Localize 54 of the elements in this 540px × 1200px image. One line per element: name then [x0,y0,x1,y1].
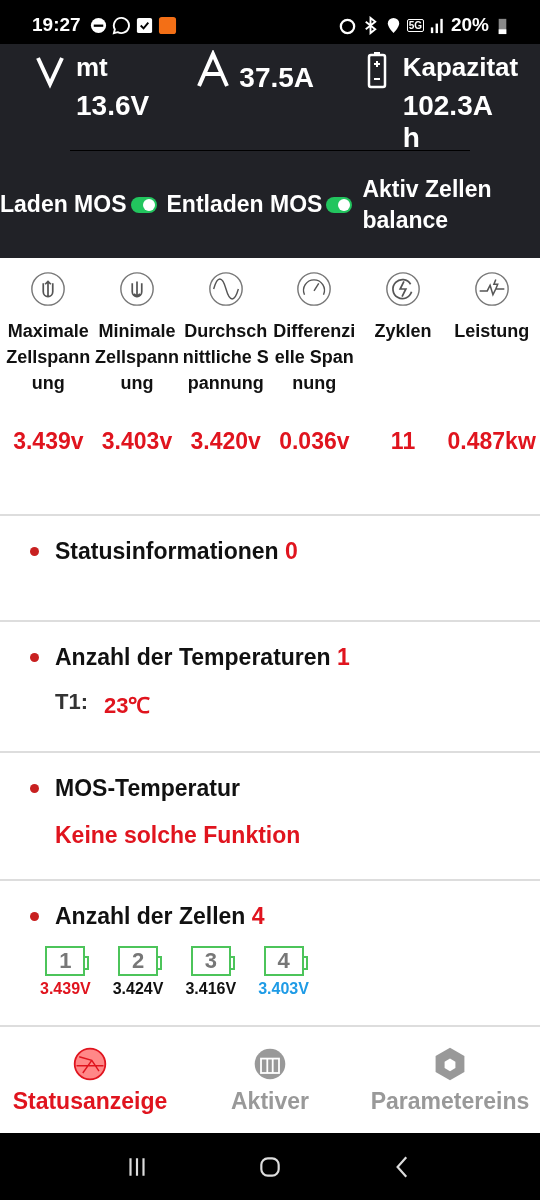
metric-value: 3.420v [190,428,261,455]
chat-icon [111,15,131,35]
pulse-icon [472,270,511,308]
dnd-icon [88,15,108,35]
sensor-value: 23℃ [104,692,151,719]
metric-value: 3.403v [101,428,173,455]
reading-value: 37.5A [239,62,315,94]
section-title: Anzahl der Temperaturen 1 [55,644,350,671]
network-badge: 5G [406,18,424,32]
cell-battery: 2 [118,946,159,976]
reading-label: Kapazitat [402,52,519,82]
metric-label: Differenzielle Spannung [272,320,357,395]
section-title: MOS-Temperatur [55,775,240,802]
battery-percent: 20% [450,14,489,36]
gauge-icon [295,270,334,308]
metric-label: Minimale Zellspannung [94,320,180,395]
section-title: Anzahl der Zellen 4 [55,903,265,930]
metric-label: Maximale Zellspannung [5,320,92,395]
metric-value: 3.439v [13,428,84,455]
bullet-icon [30,653,39,662]
reading-label: mt [76,52,109,82]
app-icon [157,15,177,35]
bullet-icon [30,547,39,556]
nav-tab[interactable]: Parametereins [360,1045,540,1115]
bullet-icon [30,912,39,921]
metric-value: 0.036v [279,428,350,455]
metric-label: Durchschnittliche Spannung [181,320,270,395]
globe-icon [72,1045,108,1082]
switch-label: Entladen MOS [166,191,323,218]
reading-value: 13.6V [76,90,150,122]
section-title: Statusinformationen 0 [55,538,298,565]
cycle-icon [384,270,422,308]
clock: 19:27 [32,14,81,36]
wave-icon [206,270,245,308]
balance-label: Aktiv Zellenbalance [362,174,493,235]
bullet-icon [30,784,39,793]
metric-label: Zyklen [374,320,432,343]
cell-voltage: 3.416V [185,980,237,998]
reading-value: 102.3Ah [402,90,494,154]
sensor-name: T1: [55,689,88,716]
cell-voltage: 3.424V [112,980,164,998]
cell-voltage: 3.439V [40,980,91,998]
metric-value: 11 [390,428,416,455]
no-function-message: Keine solche Funktion [55,822,302,849]
toggle-switch[interactable] [130,196,157,213]
checkbox-icon [134,15,154,35]
metric-label: Leistung [454,320,530,343]
metric-value: 0.487kw [447,428,536,455]
toggle-switch[interactable] [326,196,353,213]
cell-battery: 1 [45,946,86,976]
switch-label: Laden MOS [0,191,127,218]
nav-tab[interactable]: Statusanzeige [0,1045,180,1115]
nav-tab[interactable]: Aktiver [180,1045,360,1115]
cell-voltage: 3.403V [258,980,309,998]
